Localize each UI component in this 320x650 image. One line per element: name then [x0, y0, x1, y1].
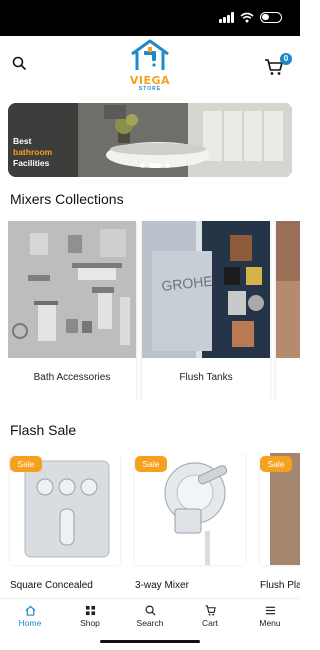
- collection-partial-image: [276, 221, 300, 358]
- nav-shop[interactable]: Shop: [60, 599, 120, 632]
- sale-badge: Sale: [10, 456, 42, 472]
- collection-label: Flush Tanks: [179, 372, 233, 383]
- nav-menu-label: Menu: [259, 618, 281, 628]
- banner-headline: Best bathroom Facilities: [13, 136, 52, 169]
- nav-cart[interactable]: Cart: [180, 599, 240, 632]
- promo-banner[interactable]: Best bathroom Facilities: [8, 103, 292, 177]
- nav-home[interactable]: Home: [0, 599, 60, 632]
- flash-sale-carousel[interactable]: Sale Square Concealed Sale 3-way Mixer S…: [8, 453, 300, 598]
- home-icon: [25, 605, 35, 616]
- product-name: Square Concealed: [10, 580, 93, 591]
- search-button[interactable]: [12, 56, 30, 74]
- nav-home-label: Home: [18, 618, 42, 628]
- bath-accessories-image: [8, 221, 136, 358]
- collection-card-flush-tanks[interactable]: GROHE Flush Tanks: [142, 221, 270, 401]
- logo-subtext: STORE: [138, 86, 162, 92]
- banner-line-2: bathroom: [13, 147, 53, 157]
- carousel-dot[interactable]: [140, 163, 145, 168]
- nav-search[interactable]: Search: [120, 599, 180, 632]
- product-card-flush-plate[interactable]: Sale Flush Pla: [258, 453, 300, 598]
- collections-title: Mixers Collections: [10, 191, 124, 207]
- search-icon: [145, 605, 156, 616]
- wifi-icon: [240, 12, 254, 23]
- bottom-navigation: Home Shop Search Cart Menu: [0, 598, 300, 632]
- search-icon: [12, 56, 26, 70]
- banner-line-1: Best: [13, 136, 32, 146]
- battery-icon: [260, 12, 282, 23]
- carousel-dots: [140, 163, 170, 168]
- collections-carousel[interactable]: Bath Accessories GROHE Flush Tanks: [8, 221, 300, 401]
- app-header: VIEGA STORE 0: [0, 36, 300, 94]
- menu-icon: [265, 606, 275, 615]
- flash-sale-title: Flash Sale: [10, 422, 77, 438]
- product-name: Flush Pla: [260, 580, 300, 591]
- collection-card-bath-accessories[interactable]: Bath Accessories: [8, 221, 136, 401]
- sale-badge: Sale: [135, 456, 167, 472]
- logo-text: VIEGA: [129, 74, 171, 87]
- cart-count-badge: 0: [280, 53, 292, 65]
- collection-label: Bath Accessories: [33, 372, 111, 383]
- status-bar: [0, 0, 300, 36]
- cart-icon: [204, 605, 216, 616]
- nav-cart-label: Cart: [201, 618, 219, 628]
- product-name: 3-way Mixer: [135, 580, 189, 591]
- product-card-square-concealed[interactable]: Sale Square Concealed: [8, 453, 125, 598]
- banner-line-3: Facilities: [13, 158, 50, 168]
- grid-icon: [85, 605, 95, 616]
- collection-card-partial[interactable]: [276, 221, 300, 401]
- sale-badge: Sale: [260, 456, 292, 472]
- nav-menu[interactable]: Menu: [240, 599, 300, 632]
- status-icons: [219, 12, 282, 23]
- home-indicator-bar[interactable]: [100, 640, 200, 643]
- flush-tanks-image: GROHE: [142, 221, 270, 358]
- logo[interactable]: VIEGA STORE: [118, 38, 182, 94]
- cart-button[interactable]: 0: [264, 53, 292, 77]
- nav-search-label: Search: [136, 618, 164, 628]
- signal-icon: [219, 12, 234, 23]
- nav-shop-label: Shop: [80, 618, 100, 628]
- carousel-dot[interactable]: [165, 163, 170, 168]
- carousel-dot-active[interactable]: [149, 163, 161, 168]
- product-card-3-way-mixer[interactable]: Sale 3-way Mixer: [133, 453, 250, 598]
- house-tap-logo-icon: [131, 39, 169, 70]
- home-indicator: [0, 632, 300, 650]
